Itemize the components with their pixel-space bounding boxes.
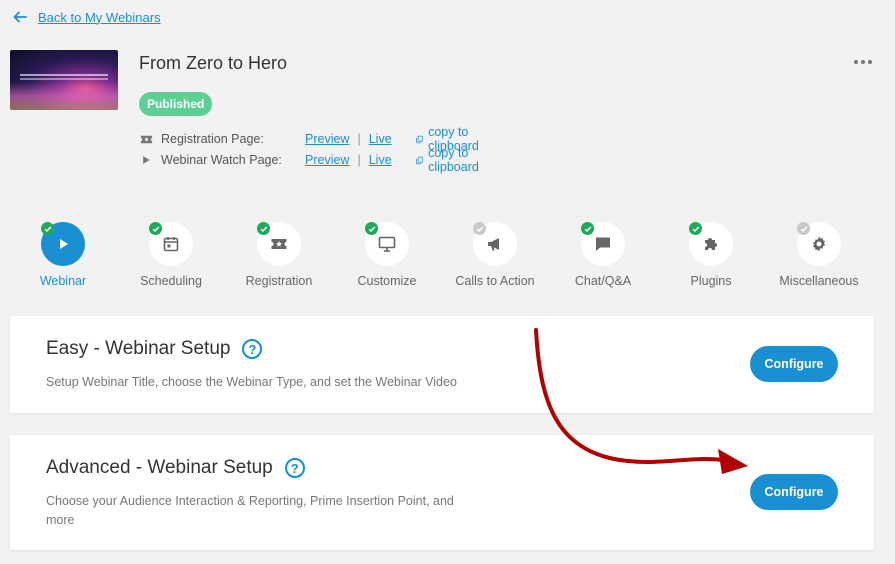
ticket-icon (271, 239, 287, 249)
watch-preview-link[interactable]: Preview (305, 153, 349, 167)
separator: | (357, 132, 361, 146)
watch-copy-button[interactable]: copy to clipboard (416, 146, 484, 174)
copy-icon (416, 156, 423, 164)
card-description: Choose your Audience Interaction & Repor… (46, 494, 454, 527)
watch-page-row: Webinar Watch Page: Preview | Live copy … (139, 146, 479, 174)
help-icon[interactable]: ? (242, 339, 263, 359)
check-icon (149, 222, 162, 235)
webinar-title: From Zero to Hero (139, 53, 288, 73)
step-label: Plugins (690, 274, 732, 288)
back-link-label[interactable]: Back to My Webinars (38, 10, 161, 25)
step-miscellaneous[interactable]: Miscellaneous (765, 222, 873, 288)
copy-label: copy to clipboard (428, 146, 479, 174)
check-icon (473, 222, 486, 235)
easy-configure-button[interactable]: Configure (750, 346, 838, 382)
check-icon (581, 222, 594, 235)
step-label: Chat/Q&A (574, 274, 632, 288)
help-icon[interactable]: ? (284, 458, 305, 478)
check-icon (41, 222, 54, 235)
play-icon (60, 239, 68, 249)
step-label: Scheduling (140, 274, 202, 288)
play-small-icon (139, 153, 153, 167)
check-icon (257, 222, 270, 235)
step-webinar[interactable]: Webinar (9, 222, 117, 288)
ticket-icon (139, 132, 153, 146)
check-icon (689, 222, 702, 235)
step-scheduling[interactable]: Scheduling (117, 222, 225, 288)
more-options-icon[interactable] (854, 60, 872, 64)
calendar-icon (163, 237, 179, 252)
step-label: Miscellaneous (779, 274, 859, 288)
registration-page-label: Registration Page: (161, 132, 264, 146)
advanced-configure-button[interactable]: Configure (750, 474, 838, 510)
megaphone-icon (488, 238, 499, 251)
step-label: Registration (245, 274, 313, 288)
check-icon (365, 222, 378, 235)
setup-steps-nav: Webinar Scheduling Registration Customiz… (0, 222, 895, 292)
gear-icon (813, 236, 825, 252)
monitor-icon (378, 236, 396, 252)
card-title: Advanced - Webinar Setup (46, 457, 273, 478)
check-icon (797, 222, 810, 235)
step-registration[interactable]: Registration (225, 222, 333, 288)
easy-setup-card: Easy - Webinar Setup ? Setup Webinar Tit… (10, 316, 874, 413)
step-label: Customize (357, 274, 417, 288)
step-customize[interactable]: Customize (333, 222, 441, 288)
card-description: Setup Webinar Title, choose the Webinar … (46, 375, 457, 389)
status-badge: Published (139, 92, 213, 116)
watch-page-label: Webinar Watch Page: (161, 153, 282, 167)
chat-icon (596, 237, 610, 251)
step-calls-to-action[interactable]: Calls to Action (441, 222, 549, 288)
back-link[interactable]: Back to My Webinars (12, 9, 161, 25)
watch-live-link[interactable]: Live (369, 153, 392, 167)
arrow-left-icon (13, 11, 27, 23)
step-plugins[interactable]: Plugins (657, 222, 765, 288)
step-chat-qa[interactable]: Chat/Q&A (549, 222, 657, 288)
registration-page-row: Registration Page: Preview | Live copy t… (139, 125, 479, 153)
copy-icon (416, 135, 423, 143)
advanced-setup-card: Advanced - Webinar Setup ? Choose your A… (10, 435, 874, 550)
registration-live-link[interactable]: Live (369, 132, 392, 146)
webinar-thumbnail (10, 50, 118, 110)
registration-preview-link[interactable]: Preview (305, 132, 349, 146)
step-label: Webinar (39, 274, 87, 288)
step-label: Calls to Action (455, 274, 535, 288)
separator: | (357, 153, 361, 167)
card-title: Easy - Webinar Setup (46, 338, 231, 359)
puzzle-icon (705, 238, 717, 250)
